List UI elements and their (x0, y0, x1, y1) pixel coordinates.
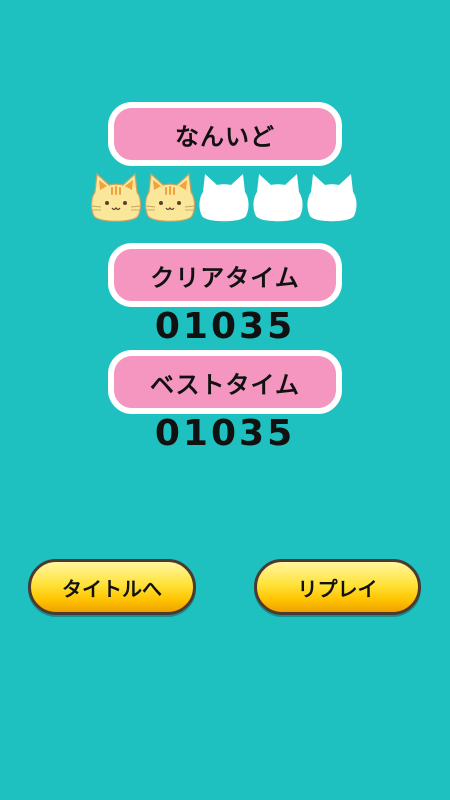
difficulty-rating (88, 170, 363, 226)
back-to-title-button[interactable]: タイトルへ (28, 559, 196, 615)
clear-time-label: クリアタイム (108, 243, 342, 307)
replay-button[interactable]: リプレイ (254, 559, 421, 615)
cat-face-icon (144, 172, 196, 222)
cat-face-icon (90, 172, 142, 222)
difficulty-label: なんいど (108, 102, 342, 166)
cat-face-empty-icon (307, 174, 357, 222)
clear-time-value: 01035 (154, 306, 296, 347)
cat-face-empty-icon (253, 174, 303, 222)
best-time-label: ベストタイム (108, 350, 342, 414)
cat-face-empty-icon (199, 174, 249, 222)
best-time-value: 01035 (154, 413, 296, 454)
